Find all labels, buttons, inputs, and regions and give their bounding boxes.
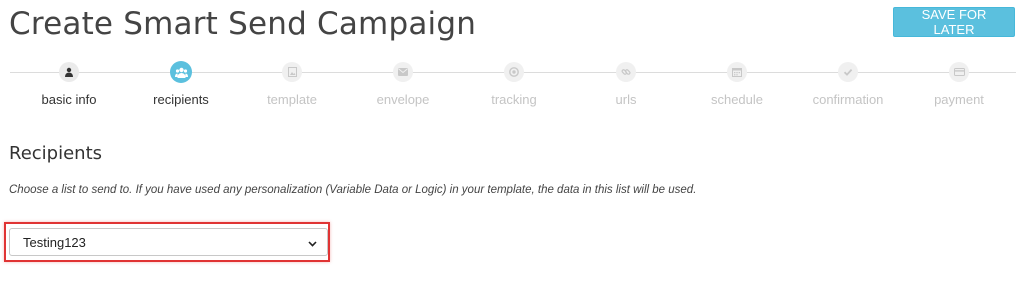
users-icon	[170, 61, 192, 83]
progress-stepper: basic info recipients template envelope …	[0, 58, 1024, 118]
step-label: schedule	[710, 92, 764, 107]
selected-list-value: Testing123	[23, 234, 86, 250]
recipient-list-select[interactable]: Testing123	[9, 228, 328, 256]
step-label: confirmation	[812, 92, 884, 107]
step-urls[interactable]: urls	[571, 62, 681, 107]
step-basic-info[interactable]: basic info	[14, 62, 124, 107]
person-icon	[59, 62, 79, 82]
check-icon	[838, 62, 858, 82]
step-template[interactable]: template	[237, 62, 347, 107]
step-label: tracking	[491, 92, 537, 107]
link-icon	[616, 62, 636, 82]
step-label: basic info	[41, 92, 97, 107]
recipients-heading: Recipients	[9, 143, 103, 164]
save-for-later-button[interactable]: SAVE FOR LATER	[893, 7, 1015, 37]
step-payment[interactable]: payment	[904, 62, 1014, 107]
step-recipients[interactable]: recipients	[126, 61, 236, 107]
step-label: envelope	[376, 92, 430, 107]
credit-card-icon	[949, 62, 969, 82]
recipients-help-text: Choose a list to send to. If you have us…	[9, 184, 697, 196]
page-title: Create Smart Send Campaign	[9, 6, 477, 42]
step-label: recipients	[153, 92, 209, 107]
step-label: urls	[615, 92, 637, 107]
step-label: template	[267, 92, 317, 107]
step-label: payment	[934, 92, 984, 107]
step-schedule[interactable]: schedule	[682, 62, 792, 107]
step-tracking[interactable]: tracking	[459, 62, 569, 107]
target-icon	[504, 62, 524, 82]
calendar-icon	[727, 62, 747, 82]
envelope-icon	[393, 62, 413, 82]
chevron-down-icon	[308, 235, 317, 250]
step-confirmation[interactable]: confirmation	[793, 62, 903, 107]
step-envelope[interactable]: envelope	[348, 62, 458, 107]
image-icon	[282, 62, 302, 82]
